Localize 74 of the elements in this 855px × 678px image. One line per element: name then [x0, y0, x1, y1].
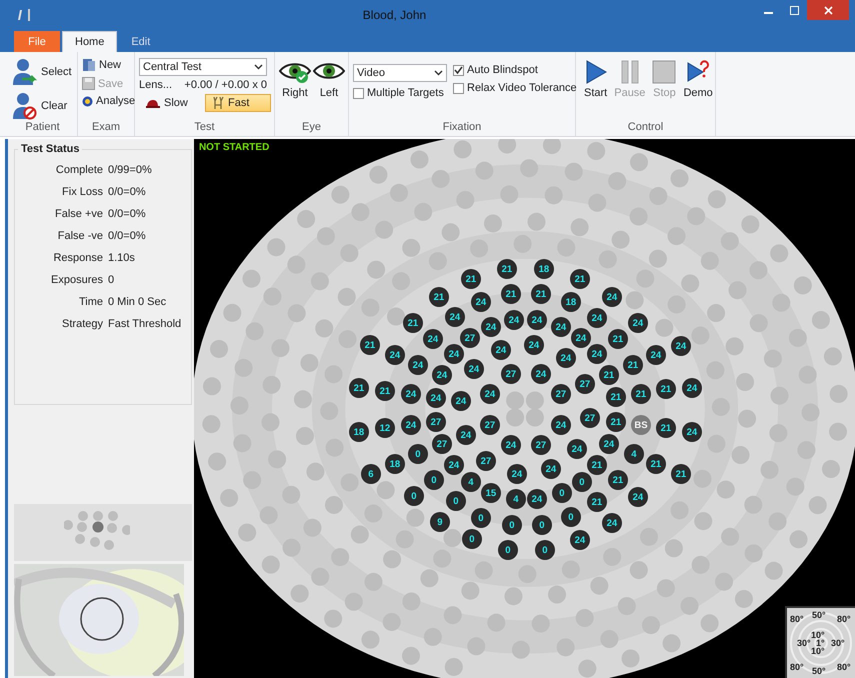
status-label: False -ve — [56, 230, 103, 242]
degree-label: 80° — [837, 662, 851, 672]
group-label: Test — [193, 120, 216, 135]
lens-button[interactable]: Lens... — [139, 79, 172, 91]
status-value: 0/0=0% — [108, 186, 147, 198]
target-icon — [82, 96, 93, 106]
status-label: Exposures — [50, 274, 103, 286]
status-value: 0/99=0% — [108, 164, 153, 176]
degree-label: 80° — [790, 662, 804, 672]
start-button[interactable]: Start — [584, 60, 608, 120]
fixation-dropdown[interactable]: Video — [353, 64, 447, 82]
status-value: 0/0=0% — [108, 230, 147, 242]
test-dropdown[interactable]: Central Test — [139, 58, 267, 76]
user-arrow-icon — [12, 58, 38, 86]
group-label: Patient — [24, 120, 61, 135]
lens-value: +0.00 / +0.00 x 0 — [184, 79, 267, 91]
minimize-icon — [764, 12, 772, 14]
status-label: Strategy — [61, 318, 103, 330]
checkbox[interactable] — [353, 88, 364, 98]
checkbox[interactable] — [453, 64, 464, 76]
save-icon — [82, 77, 95, 90]
checkbox-label: Auto Blindspot — [467, 64, 538, 76]
group-label: Control — [626, 120, 664, 135]
degree-label: 10° — [811, 646, 825, 656]
window-title: Blood, John — [362, 8, 428, 22]
demo-button[interactable]: Demo — [683, 60, 713, 120]
degree-label: 10° — [811, 630, 825, 640]
maximize-icon — [790, 6, 798, 14]
chevron-down-icon — [434, 70, 443, 76]
status-value: 0 Min 0 Sec — [108, 296, 168, 308]
chevron-down-icon — [254, 64, 263, 70]
select-button[interactable]: Select — [12, 58, 72, 86]
play-help-icon — [686, 60, 710, 84]
degree-label: 80° — [837, 614, 851, 624]
group-label: Eye — [301, 120, 322, 135]
status-label: Time — [78, 296, 103, 308]
checkbox-label: Multiple Targets — [367, 87, 444, 99]
play-icon — [584, 60, 607, 84]
status-value: Fast Threshold — [108, 318, 182, 330]
fast-button[interactable]: Fast — [205, 94, 271, 112]
degree-label: 30° — [797, 638, 811, 648]
eye-check-icon — [279, 62, 311, 84]
status-value: 1.10s — [108, 252, 136, 264]
eye-button[interactable]: Right — [279, 62, 311, 120]
status-label: Response — [52, 252, 103, 264]
pause-icon — [618, 60, 641, 84]
group-label: Fixation — [442, 120, 482, 135]
degree-label: 30° — [831, 638, 845, 648]
ribbon-tab[interactable]: Home — [62, 31, 118, 52]
degree-label: 80° — [790, 614, 804, 624]
close-button[interactable] — [807, 0, 849, 20]
degree-label: 50° — [812, 610, 826, 620]
status-value: 0/0=0% — [108, 208, 147, 220]
file-icon — [82, 58, 96, 72]
close-icon — [824, 6, 832, 14]
panel-title: Test Status — [20, 143, 80, 155]
test-status: NOT STARTED — [198, 142, 270, 153]
ribbon-tab[interactable]: Edit — [119, 31, 162, 52]
new-button[interactable]: New — [82, 58, 136, 72]
status-label: False +ve — [54, 208, 103, 220]
stop-icon — [652, 60, 676, 84]
checkbox[interactable] — [453, 82, 464, 94]
clear-button[interactable]: Clear — [12, 92, 72, 120]
status-label: Complete — [54, 164, 103, 176]
checkbox-label: Relax Video Tolerance — [467, 82, 577, 94]
status-label: Fix Loss — [61, 186, 103, 198]
degree-label: 50° — [812, 666, 826, 676]
group-label: Exam — [90, 120, 122, 135]
user-blocked-icon — [12, 92, 38, 120]
slow-button[interactable]: Slow — [139, 94, 195, 112]
status-value: 0 — [108, 274, 116, 286]
degree-label: 1° — [816, 638, 825, 648]
eye-button[interactable]: Left — [313, 62, 345, 120]
analyse-button[interactable]: Analyse — [82, 95, 136, 107]
